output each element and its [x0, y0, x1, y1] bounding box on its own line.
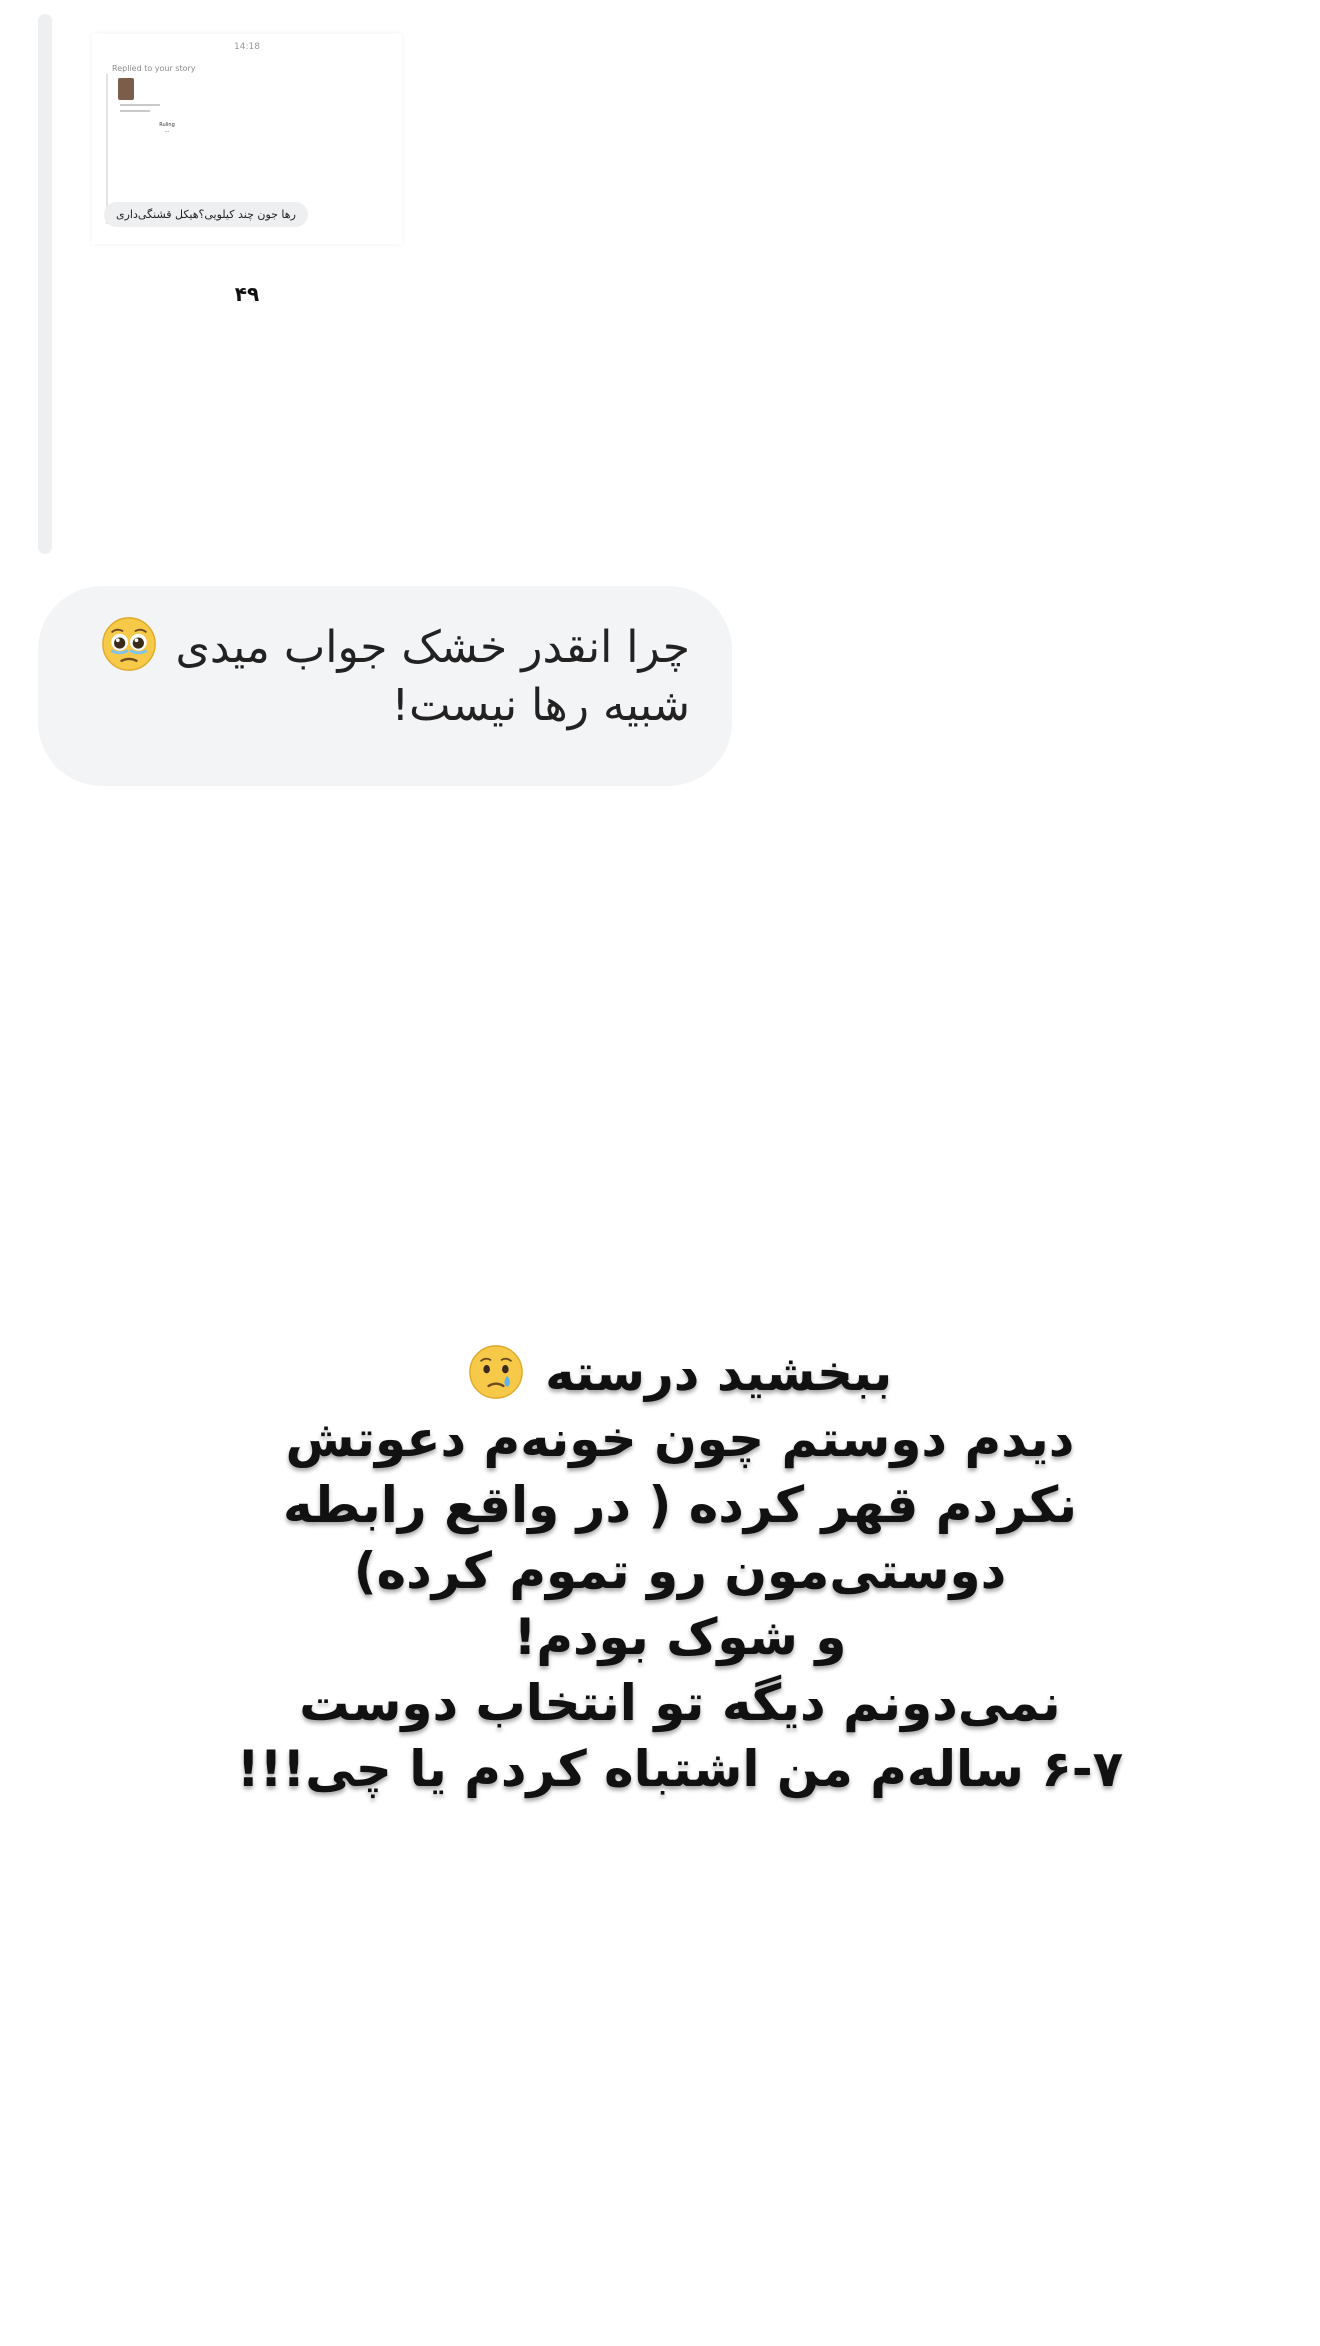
caption-line-5: و شوک بودم!: [513, 1608, 847, 1666]
story-reply-card: [38, 14, 52, 554]
message-timestamp: 14:18: [234, 42, 260, 52]
caption-line-1-text: ببخشید درسته: [545, 1344, 893, 1402]
message-line-2: شبیه رها نیست!: [391, 680, 690, 731]
message-line-1-text: چرا انقدر خشک جواب میدی: [175, 622, 690, 673]
story-text-line: [120, 104, 160, 106]
caption-line-6: نمی‌دونم دیگه تو انتخاب دوست: [299, 1674, 1061, 1732]
message-line-1: چرا انقدر خشک جواب میدی: [80, 616, 690, 677]
caption-line-3: نکردم قهر کرده ( در واقع رابطه: [282, 1476, 1078, 1534]
story-reply-screenshot[interactable]: 14:18 Replied to your story Ruling ... ر…: [92, 34, 402, 244]
crying-face-icon: [468, 1345, 523, 1399]
story-line-2: ...: [164, 128, 170, 134]
caption-line-4: دوستی‌مون رو تموم کرده): [353, 1542, 1007, 1600]
caption-line-1: ببخشید درسته: [200, 1340, 1160, 1406]
story-thumbnail[interactable]: [118, 78, 134, 100]
face-holding-back-tears-icon: [102, 617, 157, 671]
replied-to-story-label: Replied to your story: [112, 64, 196, 73]
caption-line-7: ۶-۷ ساله‌م من اشتباه کردم یا چی!!!: [236, 1740, 1124, 1798]
caption-text: ببخشید درسته دیدم دوستم چون خونه‌م دعوتش…: [200, 1340, 1160, 1802]
reply-indicator-bar: [106, 74, 108, 224]
story-text-line: [120, 110, 150, 112]
message-bubble: چرا انقدر خشک جواب میدی شبیه رها نیست!: [38, 586, 732, 786]
story-caption-text: Ruling ...: [132, 122, 202, 134]
caption-line-2: دیدم دوستم چون خونه‌م دعوتش: [285, 1410, 1075, 1468]
page-number: ۴۹: [234, 282, 260, 306]
quoted-message-bubble: رها جون چند کیلویی؟هیکل قشنگی‌داری: [104, 202, 308, 227]
